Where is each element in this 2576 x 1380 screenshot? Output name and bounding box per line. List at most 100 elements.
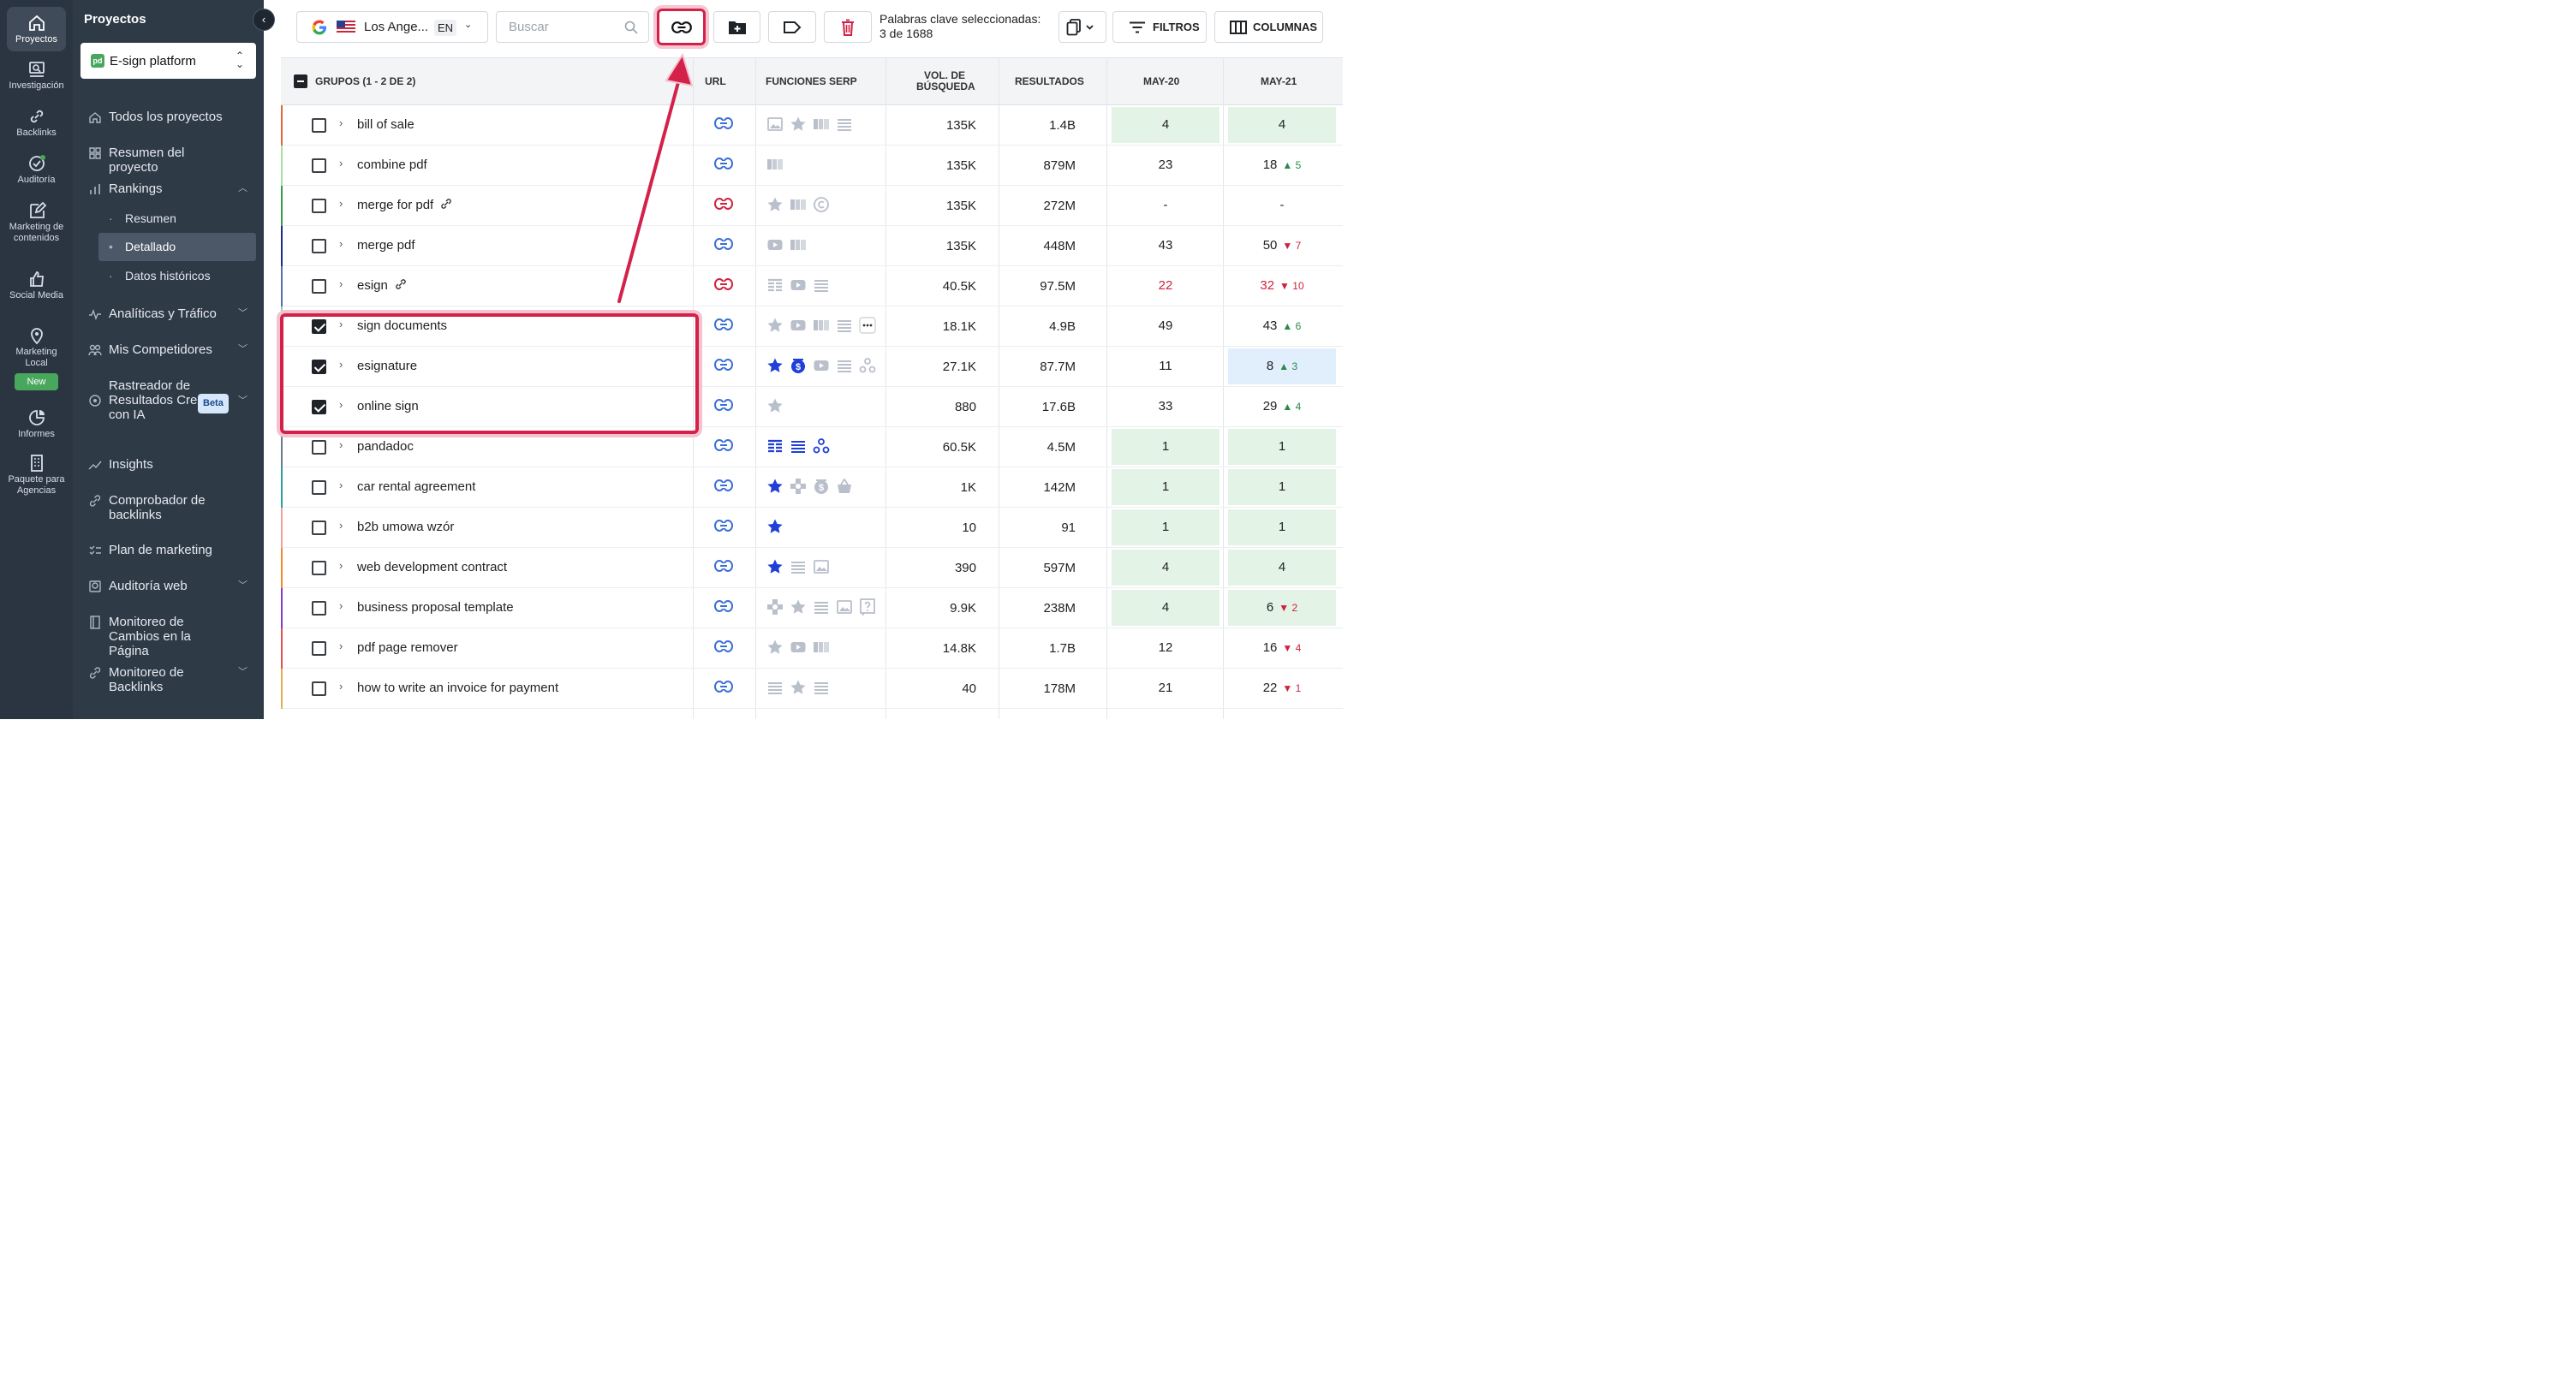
sidebar-subitem[interactable]: · Datos históricos bbox=[98, 262, 256, 290]
rank-may21-value: 4 bbox=[1278, 560, 1286, 574]
serp-features bbox=[766, 156, 790, 175]
expand-chevron-icon[interactable]: › bbox=[339, 197, 343, 210]
iconbar-item[interactable]: Informes bbox=[7, 402, 66, 443]
url-link-icon[interactable] bbox=[714, 479, 733, 495]
iconbar-item[interactable]: Paquete para Agencias bbox=[7, 447, 66, 507]
results-count: 87.7M bbox=[1040, 360, 1076, 374]
url-link-icon[interactable] bbox=[714, 198, 733, 213]
columns-button[interactable]: COLUMNAS bbox=[1214, 11, 1323, 43]
url-link-icon[interactable] bbox=[714, 158, 733, 173]
header-may21[interactable]: MAY-21 bbox=[1261, 75, 1297, 87]
tag-button[interactable] bbox=[768, 11, 816, 43]
collapse-sidebar-button[interactable]: ‹ bbox=[253, 9, 275, 31]
project-selector[interactable]: pd E-sign platform ⌃ ⌄ bbox=[80, 43, 256, 79]
select-all-checkbox[interactable] bbox=[294, 74, 307, 88]
header-may20[interactable]: MAY-20 bbox=[1143, 75, 1179, 87]
expand-chevron-icon[interactable]: › bbox=[339, 116, 343, 129]
table-row[interactable]: › bill of sale 135K 1.4B 4 4 bbox=[281, 105, 1343, 146]
table-row[interactable]: › esign 40.5K 97.5M 22 32 ▼ 10 bbox=[281, 266, 1343, 306]
assign-url-button[interactable] bbox=[657, 9, 706, 45]
sidebar-subitem[interactable]: • Detallado bbox=[98, 233, 256, 261]
filters-button[interactable]: FILTROS bbox=[1112, 11, 1207, 43]
expand-chevron-icon[interactable]: › bbox=[339, 680, 343, 693]
search-volume: 135K bbox=[945, 239, 976, 253]
delete-button[interactable] bbox=[824, 11, 872, 43]
expand-chevron-icon[interactable]: › bbox=[339, 157, 343, 170]
header-results[interactable]: RESULTADOS bbox=[1015, 75, 1084, 87]
expand-chevron-icon[interactable]: › bbox=[339, 639, 343, 652]
url-link-icon[interactable] bbox=[714, 439, 733, 455]
iconbar-item[interactable]: Marketing Local New bbox=[7, 319, 66, 393]
row-checkbox[interactable] bbox=[312, 440, 326, 455]
url-link-icon[interactable] bbox=[714, 681, 733, 696]
table-row[interactable]: › business proposal template 9.9K 238M 4 6 ▼ 2 bbox=[281, 588, 1343, 628]
iconbar-item[interactable]: Proyectos bbox=[7, 7, 66, 51]
header-volume[interactable]: VOL. DE BÚSQUEDA bbox=[916, 70, 975, 92]
row-checkbox[interactable] bbox=[312, 199, 326, 213]
search-input[interactable]: Buscar bbox=[496, 11, 649, 43]
row-checkbox[interactable] bbox=[312, 520, 326, 535]
url-link-icon[interactable] bbox=[714, 238, 733, 253]
iconbar-item[interactable]: Auditoría bbox=[7, 147, 66, 190]
row-checkbox[interactable] bbox=[312, 239, 326, 253]
table-row[interactable]: › pdf page remover 14.8K 1.7B 12 16 ▼ 4 bbox=[281, 628, 1343, 669]
location-name: Los Ange... bbox=[364, 20, 429, 34]
rank-may20-value: 22 bbox=[1158, 278, 1173, 293]
results-count: 272M bbox=[1043, 199, 1076, 213]
row-checkbox[interactable] bbox=[312, 118, 326, 133]
location-selector[interactable]: Los Ange... EN ⌄ bbox=[296, 11, 488, 43]
rank-may20: 12 bbox=[1112, 630, 1219, 666]
expand-chevron-icon[interactable]: › bbox=[339, 277, 343, 290]
rank-may21: 1 bbox=[1228, 469, 1336, 505]
serp-list-icon bbox=[836, 116, 853, 133]
iconbar-item[interactable]: Investigación bbox=[7, 53, 66, 96]
table-row[interactable]: › combine pdf 135K 879M 23 18 ▲ 5 bbox=[281, 146, 1343, 186]
serp-copyright-icon bbox=[813, 196, 830, 213]
row-checkbox[interactable] bbox=[312, 480, 326, 495]
expand-chevron-icon[interactable]: › bbox=[339, 237, 343, 250]
iconbar-item[interactable]: Marketing de contenidos bbox=[7, 194, 66, 256]
url-link-icon[interactable] bbox=[714, 278, 733, 294]
url-link-icon[interactable] bbox=[714, 600, 733, 616]
header-url[interactable]: URL bbox=[705, 75, 726, 87]
row-checkbox[interactable] bbox=[312, 641, 326, 656]
table-row[interactable]: › how to write an invoice for payment 40 17… bbox=[281, 669, 1343, 709]
link-icon[interactable] bbox=[440, 198, 452, 213]
expand-chevron-icon[interactable]: › bbox=[339, 559, 343, 572]
sidebar-subitem-label: Detallado bbox=[125, 240, 176, 253]
expand-chevron-icon[interactable]: › bbox=[339, 479, 343, 491]
expand-chevron-icon[interactable]: › bbox=[339, 438, 343, 451]
expand-chevron-icon[interactable]: › bbox=[339, 599, 343, 612]
url-link-icon[interactable] bbox=[714, 640, 733, 656]
row-checkbox[interactable] bbox=[312, 601, 326, 616]
sidebar-subitem[interactable]: · Resumen bbox=[98, 205, 256, 233]
copy-menu-button[interactable] bbox=[1058, 11, 1106, 43]
url-link-icon[interactable] bbox=[714, 318, 733, 334]
url-link-icon[interactable] bbox=[714, 560, 733, 575]
table-row[interactable]: › b2b umowa wzór 10 91 1 1 bbox=[281, 508, 1343, 548]
results-count: 4.9B bbox=[1049, 319, 1076, 334]
expand-chevron-icon[interactable]: › bbox=[339, 519, 343, 532]
url-link-icon[interactable] bbox=[714, 359, 733, 374]
move-to-group-button[interactable] bbox=[713, 11, 760, 43]
url-link-icon[interactable] bbox=[714, 399, 733, 414]
row-checkbox[interactable] bbox=[312, 279, 326, 294]
header-groups[interactable]: GRUPOS (1 - 2 DE 2) bbox=[315, 75, 415, 87]
table-row[interactable]: › car rental agreement $1K 142M 1 1 bbox=[281, 467, 1343, 508]
table-row[interactable]: › merge pdf 135K 448M 43 50 ▼ 7 bbox=[281, 226, 1343, 266]
row-checkbox[interactable] bbox=[312, 561, 326, 575]
iconbar-item[interactable]: Social Media bbox=[7, 263, 66, 312]
iconbar-item[interactable]: Backlinks bbox=[7, 100, 66, 143]
url-link-icon[interactable] bbox=[714, 520, 733, 535]
chevron-down-icon: ﹀ bbox=[238, 667, 247, 677]
table-row[interactable]: › merge for pdf 135K 272M - - bbox=[281, 186, 1343, 226]
header-serp[interactable]: FUNCIONES SERP bbox=[766, 75, 857, 87]
serp-image-icon bbox=[813, 558, 830, 575]
url-link-icon[interactable] bbox=[714, 117, 733, 133]
link-icon[interactable] bbox=[395, 278, 407, 294]
rank-may21-value: - bbox=[1279, 198, 1285, 212]
row-checkbox[interactable] bbox=[312, 158, 326, 173]
row-checkbox[interactable] bbox=[312, 681, 326, 696]
rank-may20: 4 bbox=[1112, 550, 1219, 586]
table-row[interactable]: › web development contract 390 597M 4 4 bbox=[281, 548, 1343, 588]
